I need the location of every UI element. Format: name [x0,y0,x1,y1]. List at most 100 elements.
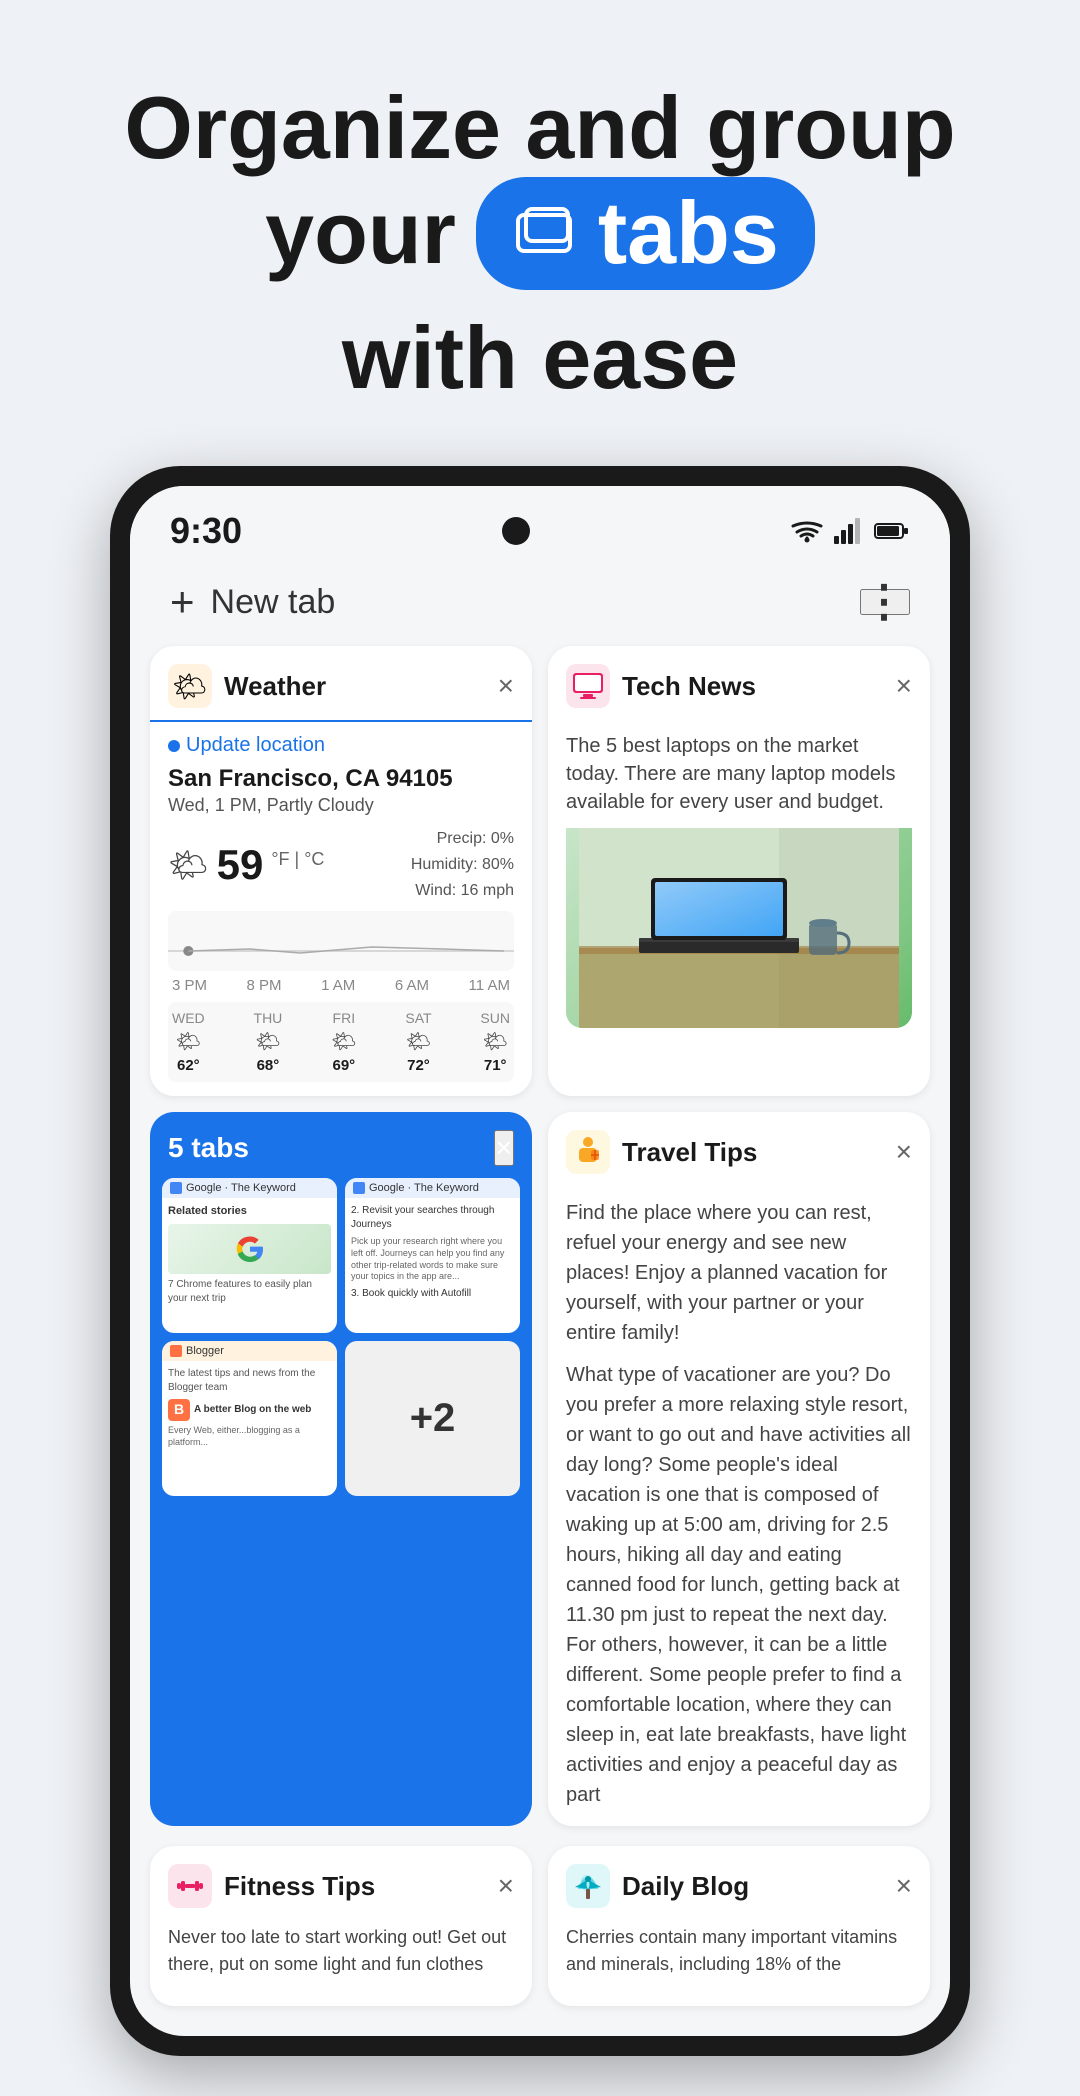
tech-news-tab-card: Tech News × The 5 best laptops on the ma… [548,646,930,1096]
new-tab-label: New tab [211,583,336,622]
forecast-day-sun: SUN 🌤 71° [480,1010,510,1074]
status-icons [790,518,910,544]
weather-close-button[interactable]: × [498,672,514,700]
forecast-day-thu: THU 🌤 68° [254,1010,283,1074]
update-location[interactable]: Update location [168,734,514,757]
battery-icon [874,521,910,541]
fitness-dumbbell-icon [175,1871,205,1901]
signal-icon [834,518,864,544]
mini-tab-2-favicon [353,1182,365,1194]
plus-icon: + [170,578,195,626]
weather-description: Wed, 1 PM, Partly Cloudy [168,795,514,816]
tech-news-description: The 5 best laptops on the market today. … [566,732,912,816]
travel-tips-close-button[interactable]: × [896,1138,912,1166]
hero-section: Organize and group your tabs with ease [0,0,1080,446]
tabs-highlight: tabs [476,177,815,290]
temperature-value: 59 [217,841,264,889]
tech-news-body: The 5 best laptops on the market today. … [548,720,930,1028]
weather-card-header: 🌤 Weather × [150,646,532,722]
five-tabs-grid: Google · The Keyword Related stories [150,1178,532,1508]
bottom-cards: Fitness Tips × Never too late to start w… [130,1846,950,2036]
mini-tab-1-favicon [170,1182,182,1194]
fitness-tips-title-wrap: Fitness Tips [168,1864,375,1908]
phone-mockup-wrap: 9:30 [0,446,1080,2096]
mini-tab-2-body: 2. Revisit your searches through Journey… [345,1198,520,1307]
tech-news-image [566,828,912,1028]
fitness-tips-close-button[interactable]: × [498,1872,514,1900]
daily-blog-description: Cherries contain many important vitamins… [566,1924,912,1978]
daily-blog-close-button[interactable]: × [896,1872,912,1900]
weather-city: San Francisco, CA 94105 [168,765,514,793]
hero-line2: your tabs with ease [60,177,1020,407]
tech-news-close-button[interactable]: × [896,672,912,700]
mini-tab-3-favicon [170,1345,182,1357]
more-menu-button[interactable]: ⋮ [860,589,910,615]
travel-tips-tab-card: Travel Tips × Find the place where you c… [548,1112,930,1826]
fitness-icon [168,1864,212,1908]
tab-groups-grid: 🌤 Weather × Update location San Francisc… [130,646,950,1846]
mini-tab-2[interactable]: Google · The Keyword 2. Revisit your sea… [345,1178,520,1333]
daily-blog-body: Cherries contain many important vitamins… [548,1920,930,1994]
fitness-tips-body: Never too late to start working out! Get… [150,1920,532,1994]
mini-tab-1-body: Related stories [162,1198,337,1311]
phone-screen: 9:30 [130,486,950,2036]
five-tabs-close-button[interactable]: × [494,1130,514,1166]
travel-tips-title: Travel Tips [622,1137,757,1168]
blog-icon [566,1864,610,1908]
mini-tab-3-header: Blogger [162,1341,337,1361]
weather-timeline [168,911,514,971]
tech-news-card-header: Tech News × [548,646,930,720]
wifi-icon [790,518,824,544]
weather-details: Precip: 0% Humidity: 80% Wind: 16 mph [411,826,514,903]
fitness-tips-header: Fitness Tips × [150,1846,532,1920]
five-tabs-card[interactable]: 5 tabs × Google · The Keyword Related st… [150,1112,532,1826]
weather-tab-card: 🌤 Weather × Update location San Francisc… [150,646,532,1096]
weather-icon: 🌤 [168,664,212,708]
travel-tips-description2: What type of vacationer are you? Do you … [566,1360,912,1810]
hero-line1: Organize and group [60,80,1020,177]
temperature-unit: °F | °C [271,849,324,870]
forecast-day-fri: FRI 🌤 69° [331,1010,356,1074]
mini-tab-more[interactable]: +2 [345,1341,520,1496]
mini-tab-1-header: Google · The Keyword [162,1178,337,1198]
travel-tips-description: Find the place where you can rest, refue… [566,1198,912,1348]
weather-card-body: Update location San Francisco, CA 94105 … [150,722,532,1096]
mini-tab-3[interactable]: Blogger The latest tips and news from th… [162,1341,337,1496]
fitness-tips-description: Never too late to start working out! Get… [168,1924,514,1978]
weather-temp-row: 🌤 59 °F | °C Precip: 0% Humidity: 80% Wi… [168,826,514,903]
tabs-icon [512,205,582,261]
location-dot [168,740,180,752]
status-time: 9:30 [170,510,242,552]
mini-tab-3-body: The latest tips and news from the Blogge… [162,1361,337,1454]
five-tabs-header: 5 tabs × [150,1112,532,1178]
fitness-tips-title: Fitness Tips [224,1871,375,1902]
monitor-icon [572,672,604,700]
travel-icon [566,1130,610,1174]
weather-forecast-days: WED 🌤 62° THU 🌤 68° FRI 🌤 [168,1002,514,1082]
palm-tree-icon [573,1871,603,1901]
five-tabs-label: 5 tabs [168,1132,249,1164]
google-logo [235,1234,265,1264]
phone-mockup: 9:30 [110,466,970,2056]
mini-tab-2-header: Google · The Keyword [345,1178,520,1198]
tech-news-title-wrap: Tech News [566,664,756,708]
daily-blog-title-wrap: Daily Blog [566,1864,749,1908]
timeline-labels: 3 PM 8 PM 1 AM 6 AM 11 AM [168,977,514,994]
travel-tips-header: Travel Tips × [548,1112,930,1186]
fitness-tips-card: Fitness Tips × Never too late to start w… [150,1846,532,2006]
weather-card-title: Weather [224,671,326,702]
status-bar: 9:30 [130,486,950,562]
temp-icon: 🌤 [168,846,209,884]
travel-tips-title-wrap: Travel Tips [566,1130,757,1174]
daily-blog-header: Daily Blog × [548,1846,930,1920]
temperature-left: 🌤 59 °F | °C [168,841,324,889]
chrome-tab-bar[interactable]: + New tab ⋮ [130,562,950,646]
travel-tips-body: Find the place where you can rest, refue… [548,1186,930,1826]
new-tab-button[interactable]: + New tab [170,578,335,626]
daily-blog-title: Daily Blog [622,1871,749,1902]
tech-news-card-title: Tech News [622,671,756,702]
laptop-image-svg [566,828,912,1028]
tech-news-icon [566,664,610,708]
mini-tab-1[interactable]: Google · The Keyword Related stories [162,1178,337,1333]
daily-blog-card: Daily Blog × Cherries contain many impor… [548,1846,930,2006]
